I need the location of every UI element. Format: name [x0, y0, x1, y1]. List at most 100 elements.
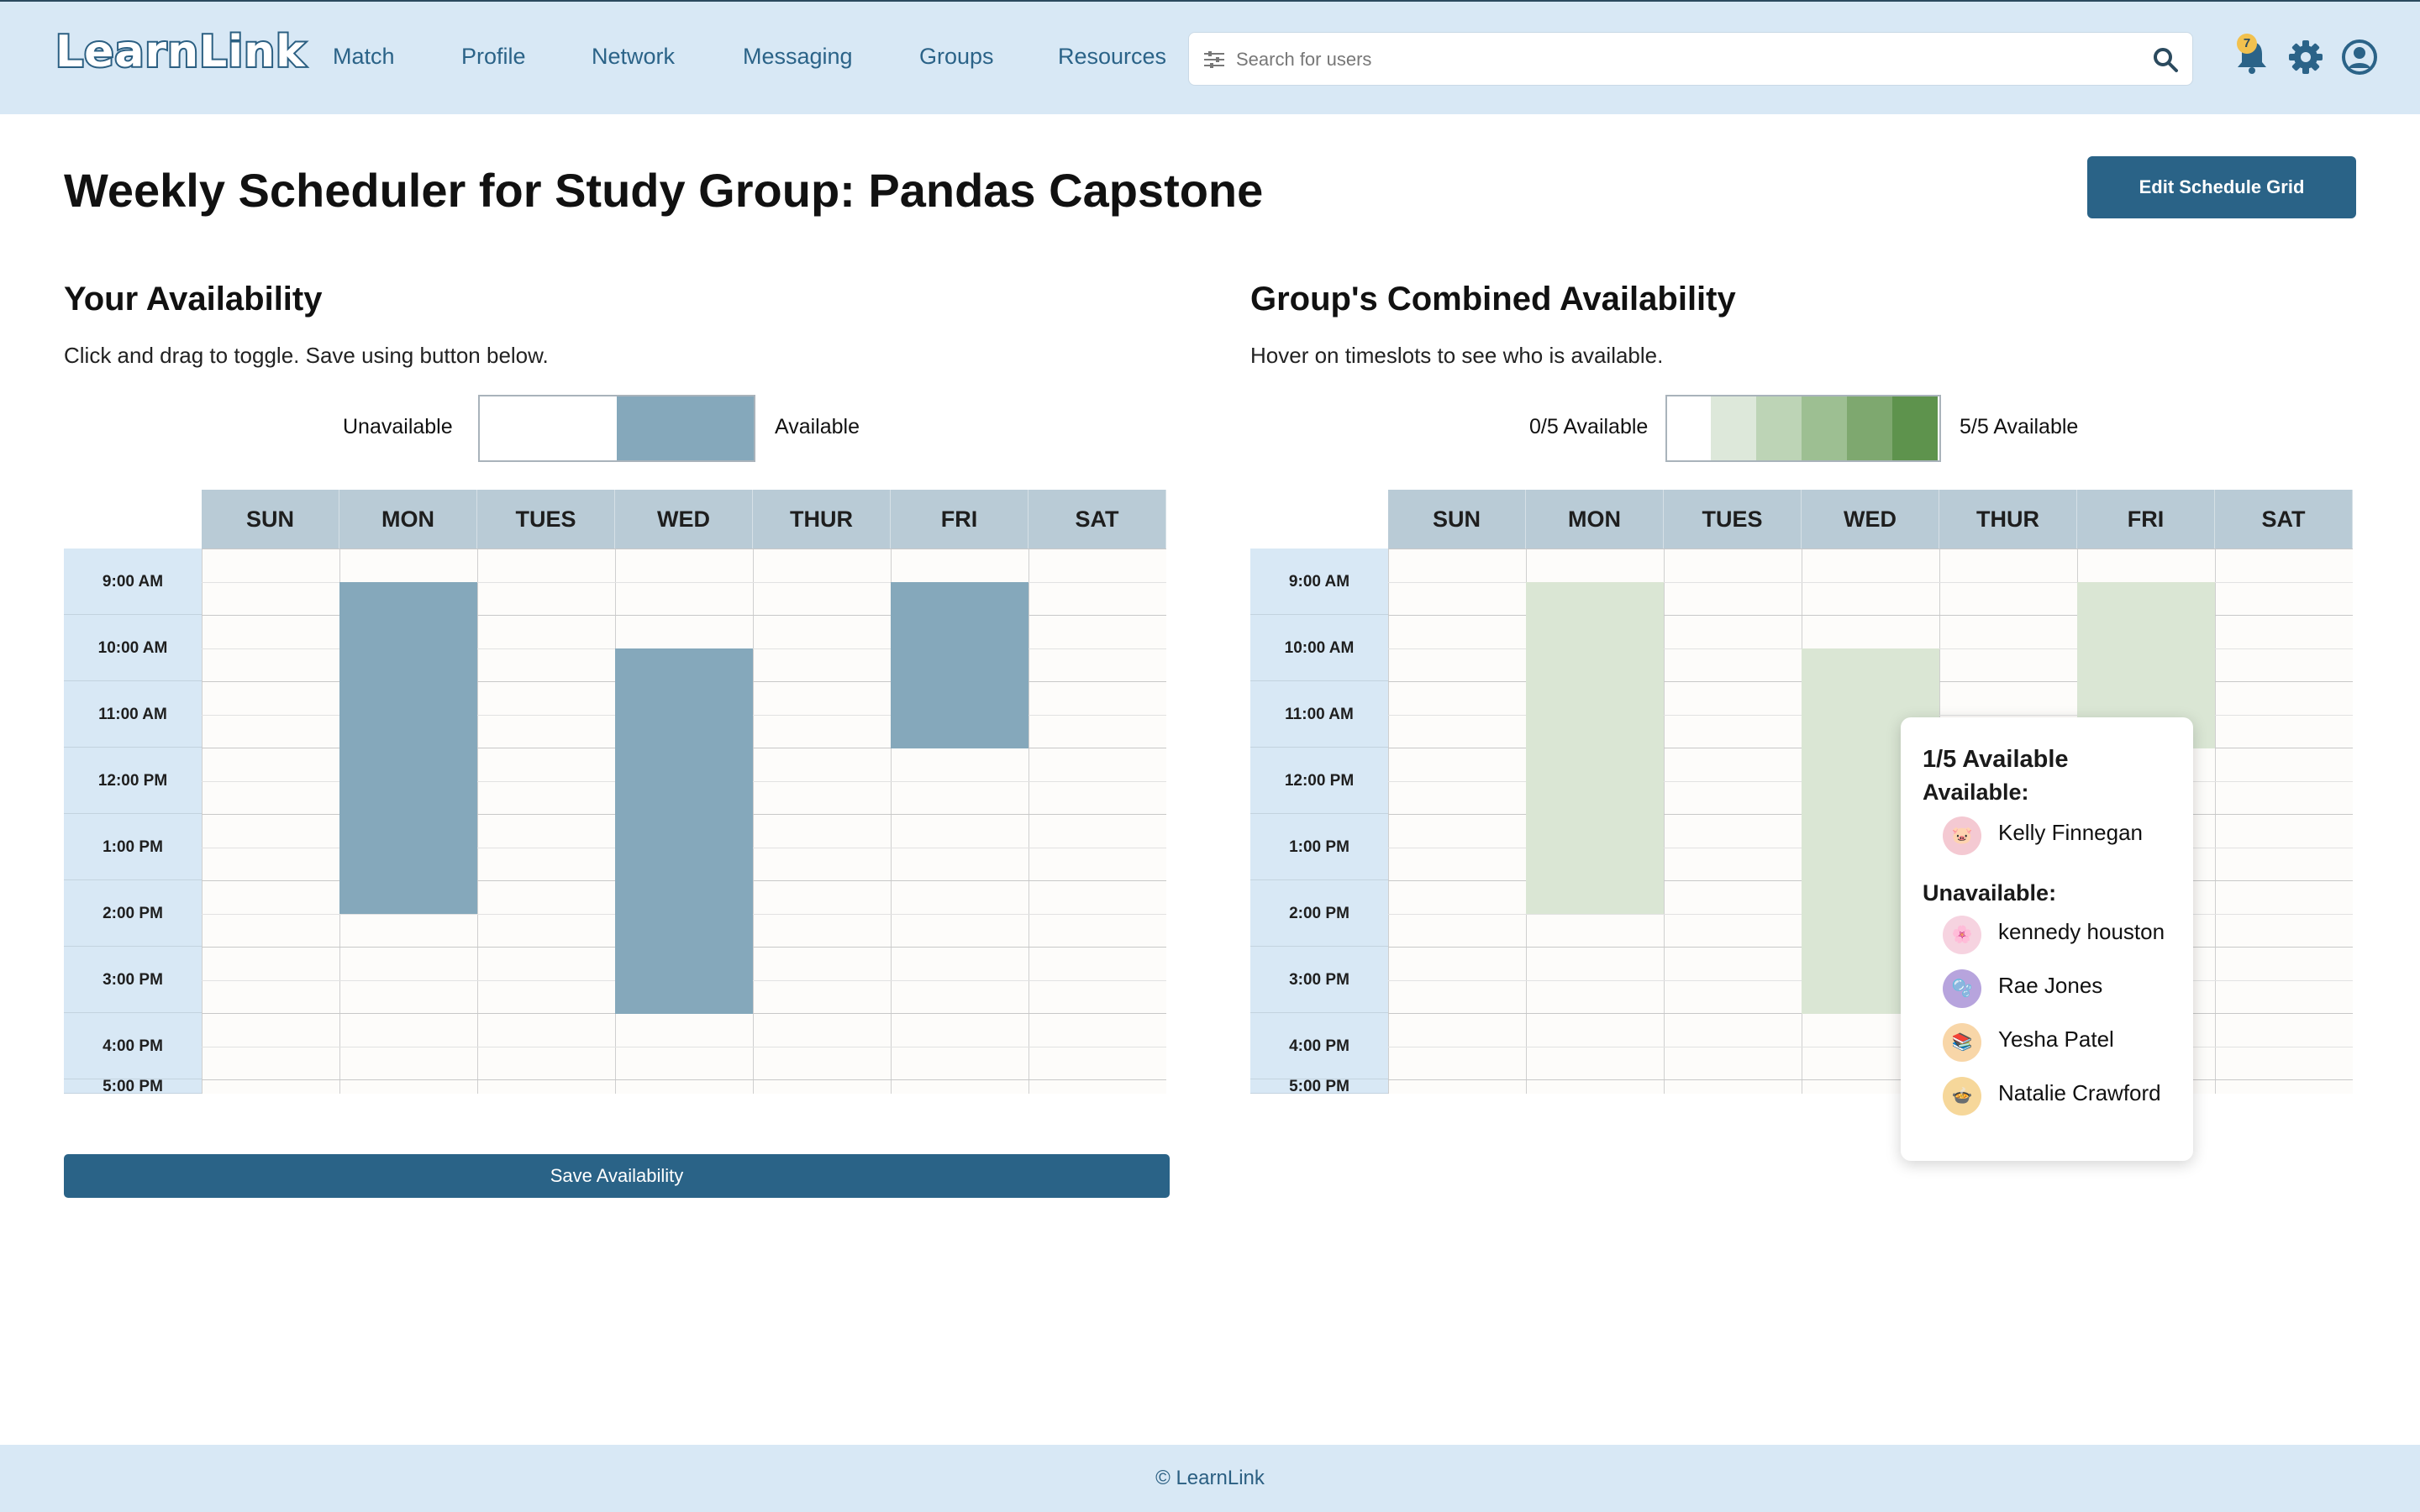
top-navbar: LearnLink Match Profile Network Messagin…	[0, 0, 2420, 114]
group-time-label: 12:00 PM	[1250, 748, 1388, 814]
edit-schedule-grid-button[interactable]: Edit Schedule Grid	[2087, 156, 2356, 218]
your-day-column-thur[interactable]	[753, 549, 891, 1094]
your-availability-instructions: Click and drag to toggle. Save using but…	[64, 343, 549, 368]
page-title: Weekly Scheduler for Study Group: Pandas…	[64, 163, 1263, 218]
group-time-label: 1:00 PM	[1250, 814, 1388, 880]
nav-groups[interactable]: Groups	[919, 44, 994, 70]
your-day-column-sun[interactable]	[202, 549, 339, 1094]
your-day-column-tues[interactable]	[477, 549, 615, 1094]
flower-icon: 🌸	[1943, 916, 1981, 954]
filter-sliders-icon[interactable]	[1202, 48, 1226, 71]
tooltip-unavailable-heading: Unavailable:	[1923, 880, 2057, 906]
your-time-label: 4:00 PM	[64, 1013, 202, 1079]
nav-messaging[interactable]: Messaging	[743, 44, 853, 70]
page-title-prefix: Weekly Scheduler for Study Group:	[64, 164, 855, 217]
group-day-header-sat: SAT	[2215, 490, 2353, 549]
nav-resources[interactable]: Resources	[1058, 44, 1166, 70]
legend-swatch-3-of-5	[1802, 396, 1847, 460]
group-day-header-mon: MON	[1526, 490, 1664, 549]
group-day-header-tues: TUES	[1664, 490, 1802, 549]
pig-icon: 🐷	[1943, 816, 1981, 855]
your-time-label: 2:00 PM	[64, 880, 202, 947]
notification-badge: 7	[2237, 34, 2257, 54]
group-name: Pandas Capstone	[868, 164, 1264, 217]
group-day-column-sat[interactable]	[2215, 549, 2353, 1094]
group-time-label: 2:00 PM	[1250, 880, 1388, 947]
your-time-label: 10:00 AM	[64, 615, 202, 681]
save-availability-button[interactable]: Save Availability	[64, 1154, 1170, 1198]
group-day-header-sun: SUN	[1388, 490, 1526, 549]
tooltip-person-name: Rae Jones	[1998, 973, 2103, 998]
group-day-header-fri: FRI	[2077, 490, 2215, 549]
your-day-header-wed: WED	[615, 490, 753, 549]
legend-unavailable-label: Unavailable	[343, 415, 453, 438]
your-time-label: 1:00 PM	[64, 814, 202, 880]
your-day-column-sat[interactable]	[1028, 549, 1166, 1094]
legend-swatch-0-of-5	[1667, 396, 1711, 460]
tooltip-person-name: Natalie Crawford	[1998, 1080, 2161, 1105]
tooltip-person: 🍲 Natalie Crawford	[1943, 1075, 2186, 1116]
legend-swatch-2-of-5	[1756, 396, 1802, 460]
group-day-header-wed: WED	[1802, 490, 1939, 549]
your-time-label: 3:00 PM	[64, 947, 202, 1013]
tooltip-available-heading: Available:	[1923, 780, 2029, 805]
group-time-label: 11:00 AM	[1250, 681, 1388, 748]
tooltip-person: 📚 Yesha Patel	[1943, 1021, 2186, 1062]
legend-unavailable-swatch	[480, 396, 617, 460]
legend-swatch-4-of-5	[1847, 396, 1892, 460]
footer: © LearnLink	[0, 1445, 2420, 1512]
legend-available-swatch	[617, 396, 754, 460]
group-availability-heading: Group's Combined Availability	[1250, 281, 1736, 318]
group-time-label: 4:00 PM	[1250, 1013, 1388, 1079]
your-time-label: 5:00 PM	[64, 1079, 202, 1095]
tooltip-person: 🫧 Rae Jones	[1943, 968, 2186, 1008]
your-available-block-fri[interactable]	[891, 582, 1028, 748]
legend-swatch-5-of-5	[1892, 396, 1938, 460]
legend-swatch-1-of-5	[1711, 396, 1756, 460]
legend-min-label: 0/5 Available	[1529, 415, 1649, 438]
legend-available-label: Available	[775, 415, 860, 438]
tooltip-person-name: Yesha Patel	[1998, 1026, 2114, 1052]
your-availability-legend	[478, 395, 755, 462]
group-time-label: 9:00 AM	[1250, 549, 1388, 615]
your-day-header-sun: SUN	[202, 490, 339, 549]
learnlink-logo[interactable]: LearnLink	[54, 25, 307, 79]
gear-icon[interactable]	[2287, 39, 2324, 76]
group-day-column-sun[interactable]	[1388, 549, 1526, 1094]
nav-profile[interactable]: Profile	[461, 44, 526, 70]
nav-network[interactable]: Network	[592, 44, 675, 70]
your-time-label: 12:00 PM	[64, 748, 202, 814]
your-day-header-mon: MON	[339, 490, 477, 549]
your-availability-heading: Your Availability	[64, 281, 323, 318]
group-time-label: 5:00 PM	[1250, 1079, 1388, 1095]
tooltip-person-name: Kelly Finnegan	[1998, 820, 2143, 845]
availability-tooltip: 1/5 Available Available: Unavailable: 🐷 K…	[1901, 717, 2193, 1161]
your-day-header-fri: FRI	[891, 490, 1028, 549]
group-day-header-thur: THUR	[1939, 490, 2077, 549]
your-day-header-thur: THUR	[753, 490, 891, 549]
books-icon: 📚	[1943, 1023, 1981, 1062]
group-time-label: 3:00 PM	[1250, 947, 1388, 1013]
your-day-header-tues: TUES	[477, 490, 615, 549]
tooltip-person-name: kennedy houston	[1998, 919, 2165, 944]
your-availability-grid[interactable]: SUN MON TUES WED THUR FRI SAT 9:00 AM 10:00 AM 11…	[64, 490, 1166, 1095]
group-availability-instructions: Hover on timeslots to see who is availab…	[1250, 343, 1664, 368]
group-available-block-mon[interactable]	[1526, 582, 1664, 914]
your-time-label: 9:00 AM	[64, 549, 202, 615]
pot-icon: 🍲	[1943, 1077, 1981, 1116]
group-grid-line	[1388, 1079, 2353, 1080]
your-day-header-sat: SAT	[1028, 490, 1166, 549]
search-icon[interactable]	[2152, 46, 2179, 73]
your-available-block-wed[interactable]	[615, 648, 753, 1014]
group-time-label: 10:00 AM	[1250, 615, 1388, 681]
search-input[interactable]	[1236, 41, 2127, 78]
group-day-column-tues[interactable]	[1664, 549, 1802, 1094]
search-bar	[1188, 32, 2193, 86]
your-available-block-mon[interactable]	[339, 582, 477, 914]
group-availability-legend	[1665, 395, 1941, 462]
user-account-icon[interactable]	[2341, 39, 2378, 76]
your-grid-line	[202, 1079, 1166, 1080]
nav-match[interactable]: Match	[333, 44, 395, 70]
tooltip-count: 1/5 Available	[1923, 746, 2069, 773]
your-time-label: 11:00 AM	[64, 681, 202, 748]
